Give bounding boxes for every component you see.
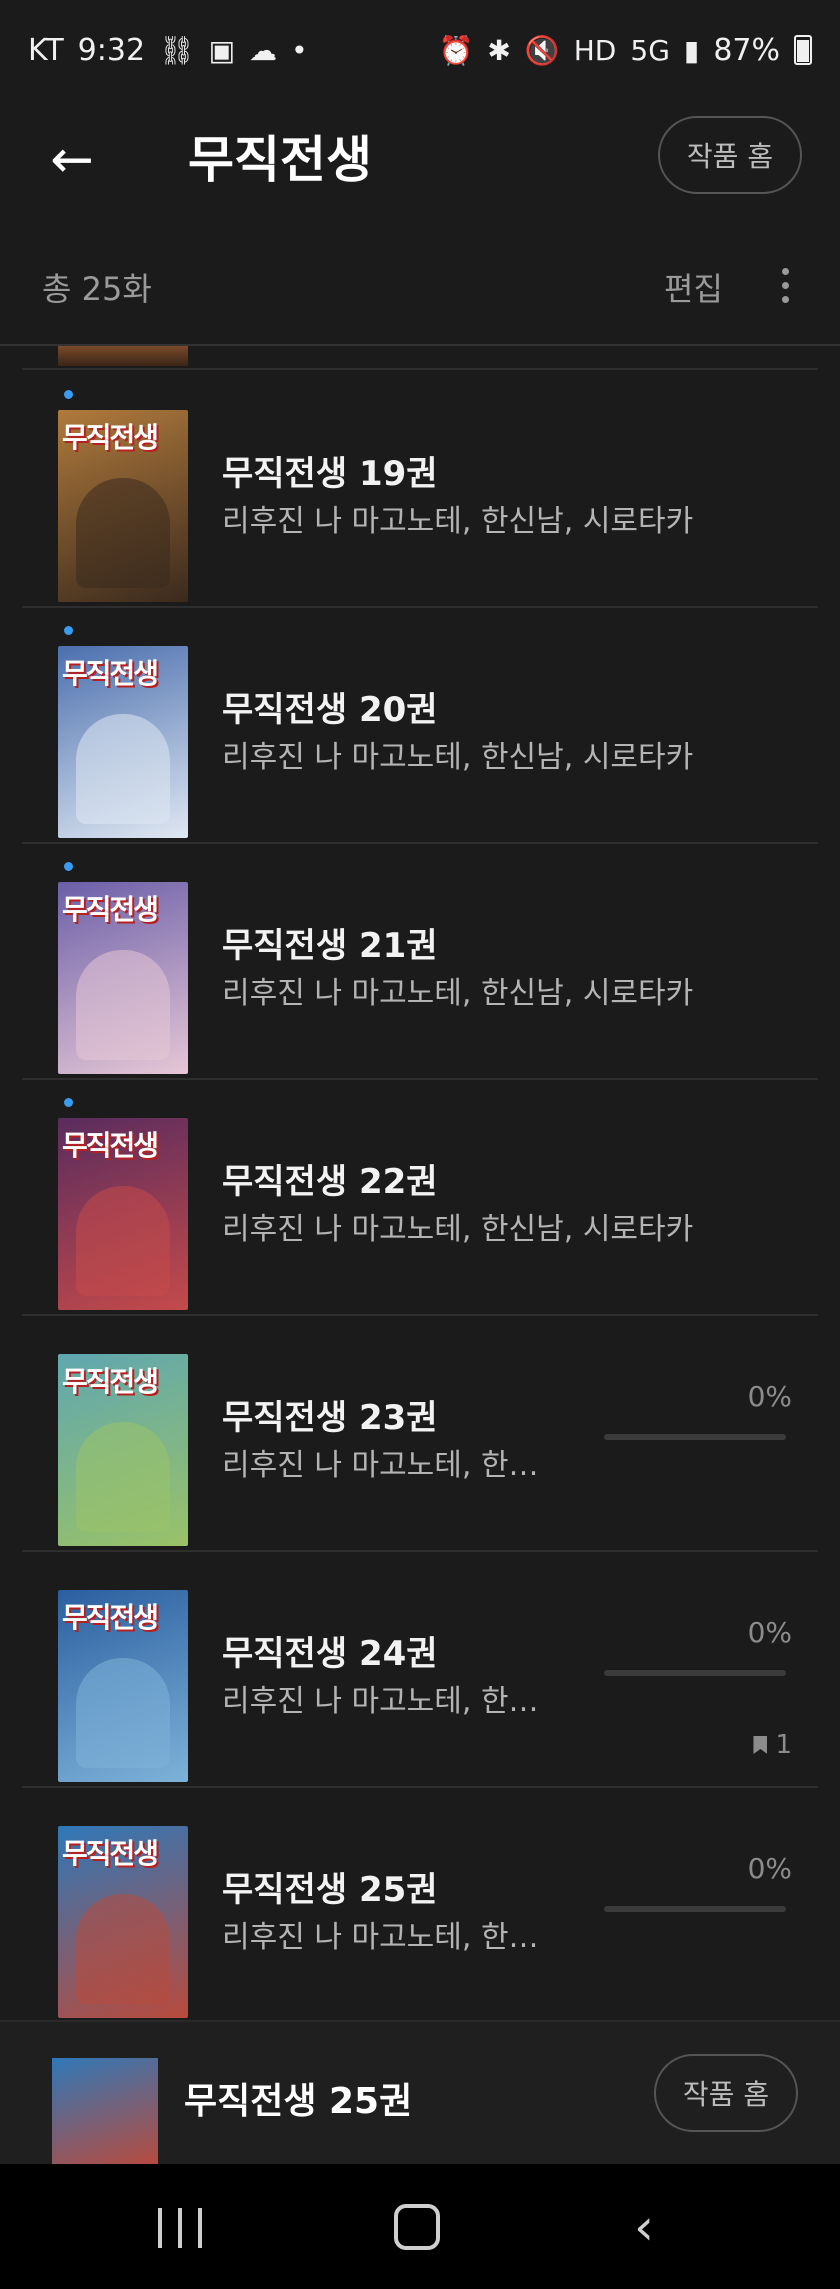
total-count: 총 25화 — [42, 270, 152, 308]
cover-image: 무직전생 — [58, 646, 188, 838]
cover-image: 무직전생 — [58, 882, 188, 1074]
item-author: 리후진 나 마고노테, 한신남, 시로타카 — [222, 1212, 694, 1247]
battery-percent: 87% — [713, 32, 780, 68]
carrier-label: KT — [28, 32, 64, 68]
cover-title: 무직전생 — [62, 893, 159, 926]
item-title: 무직전생 23권 — [222, 1398, 438, 1438]
mute-icon: 🔇 — [524, 33, 560, 67]
cover-figure — [76, 478, 170, 588]
item-author: 리후진 나 마고노테, 한신남, 시로타카 — [222, 504, 694, 539]
status-right: ⏰ ✱ 🔇 HD 5G ▮ 87% — [439, 33, 812, 68]
progress-percent: 0% — [747, 1852, 792, 1885]
list-item[interactable]: 무직전생 무직전생 25권리후진 나 마고노테, 한신... 0% — [22, 1786, 818, 2022]
page-title: 무직전생 — [188, 131, 372, 189]
list-item[interactable]: 무직전생 무직전생 23권리후진 나 마고노테, 한신... 0% — [22, 1314, 818, 1552]
app-bar: ← 무직전생 작품 홈 — [0, 100, 840, 220]
progress-bar — [604, 1670, 786, 1676]
new-badge-dot — [64, 390, 73, 399]
new-badge-dot — [64, 1098, 73, 1107]
hd-icon: HD — [573, 33, 617, 67]
item-title: 무직전생 25권 — [222, 1870, 438, 1910]
item-title: 무직전생 21권 — [222, 926, 438, 966]
status-bar: KT 9:32 ⛓ ▣ ☁ • ⏰ ✱ 🔇 HD 5G ▮ 87% — [0, 0, 840, 100]
system-back-icon[interactable]: ‹ — [634, 2202, 654, 2252]
cover-figure — [76, 1894, 170, 2004]
clock: 9:32 — [77, 32, 146, 68]
cover-image: 무직전생 — [58, 1590, 188, 1782]
progress-bar — [604, 1434, 786, 1440]
list-item[interactable]: 무직전생 무직전생 24권리후진 나 마고노테, 한신... 0% 1 — [22, 1550, 818, 1788]
progress-percent: 0% — [747, 1616, 792, 1649]
battery-icon — [794, 35, 812, 65]
item-title: 무직전생 22권 — [222, 1162, 438, 1202]
list-item[interactable]: 무직전생 무직전생 21권리후진 나 마고노테, 한신남, 시로타카 — [22, 842, 818, 1080]
item-author: 리후진 나 마고노테, 한신남, 시로타카 — [222, 740, 694, 775]
cover-image: 무직전생 — [58, 410, 188, 602]
cover-title: 무직전생 — [62, 1601, 159, 1634]
back-button[interactable]: ← — [40, 128, 104, 192]
list-toolbar: 총 25화 편집 — [0, 248, 840, 324]
cover-title: 무직전생 — [62, 1129, 159, 1162]
system-nav-bar: ‹ — [0, 2164, 840, 2289]
cover-image: 무직전생 — [58, 1354, 188, 1546]
list-item[interactable]: 무직전생 무직전생 20권리후진 나 마고노테, 한신남, 시로타카 — [22, 606, 818, 844]
list-item[interactable]: 무직전생 무직전생 19권리후진 나 마고노테, 한신남, 시로타카 — [22, 370, 818, 608]
bookmark-icon — [753, 1736, 768, 1754]
item-title: 무직전생 19권 — [222, 454, 438, 494]
list-item[interactable]: 무직전생 무직전생 22권리후진 나 마고노테, 한신남, 시로타카 — [22, 1078, 818, 1316]
link-icon: ⛓ — [159, 33, 195, 67]
item-author: 리후진 나 마고노테, 한신... — [222, 1684, 552, 1719]
dot-icon: • — [291, 33, 308, 67]
recent-apps-icon[interactable] — [158, 2208, 202, 2248]
item-author: 리후진 나 마고노테, 한신남, 시로타카 — [222, 976, 694, 1011]
cloud-icon: ☁ — [249, 33, 278, 67]
volume-list[interactable]: 무직전생 무직전생 19권리후진 나 마고노테, 한신남, 시로타카 무직전생 … — [0, 344, 840, 2022]
new-badge-dot — [64, 626, 73, 635]
bookmark-number: 1 — [775, 1730, 792, 1760]
continue-reading-bar[interactable]: 무직전생 25권 작품 홈 — [0, 2020, 840, 2166]
alarm-icon: ⏰ — [438, 33, 474, 67]
item-author: 리후진 나 마고노테, 한신... — [222, 1920, 552, 1955]
cover-title: 무직전생 — [62, 1837, 159, 1870]
new-badge-dot — [64, 862, 73, 871]
cover-figure — [76, 950, 170, 1060]
cover-figure — [76, 1186, 170, 1296]
signal-icon: ▮ — [683, 33, 700, 67]
home-icon[interactable] — [394, 2204, 440, 2250]
status-left: KT 9:32 ⛓ ▣ ☁ • — [28, 33, 308, 68]
cover-figure — [76, 1422, 170, 1532]
cover-title: 무직전생 — [62, 1365, 159, 1398]
progress-percent: 0% — [747, 1380, 792, 1413]
bluetooth-icon: ✱ — [487, 33, 511, 67]
progress-bar — [604, 1906, 786, 1912]
cover-title: 무직전생 — [62, 421, 159, 454]
mini-title: 무직전생 25권 — [184, 2081, 413, 2122]
item-title: 무직전생 20권 — [222, 690, 438, 730]
more-vertical-icon[interactable] — [770, 260, 800, 310]
cover-image: 무직전생 — [58, 1826, 188, 2018]
cover-title: 무직전생 — [62, 657, 159, 690]
arrow-left-icon: ← — [50, 130, 94, 190]
cover-figure — [76, 1658, 170, 1768]
network-type-icon: 5G — [630, 33, 670, 67]
cover-image: 무직전생 — [58, 1118, 188, 1310]
cover-partial — [58, 346, 188, 366]
series-home-button-bottom[interactable]: 작품 홈 — [654, 2054, 798, 2132]
cover-figure — [76, 714, 170, 824]
item-title: 무직전생 24권 — [222, 1634, 438, 1674]
series-home-button[interactable]: 작품 홈 — [658, 116, 802, 194]
edit-button[interactable]: 편집 — [664, 264, 723, 310]
mini-cover-image — [52, 2058, 158, 2166]
item-author: 리후진 나 마고노테, 한신... — [222, 1448, 552, 1483]
bookmark-count: 1 — [753, 1730, 792, 1760]
image-icon: ▣ — [208, 33, 236, 67]
